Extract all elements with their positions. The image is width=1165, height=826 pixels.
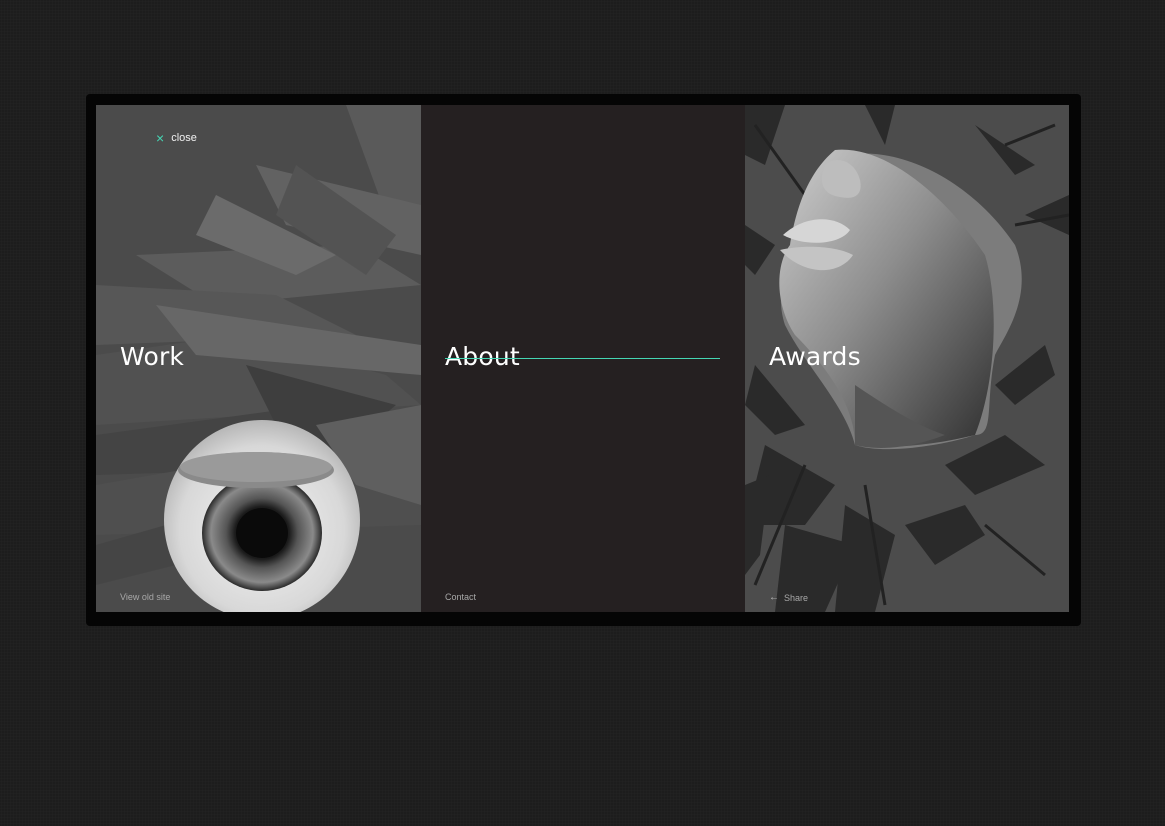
menu-screen: × close Work View old site About Contact (96, 105, 1069, 612)
menu-panel-about[interactable]: About Contact (421, 105, 745, 612)
contact-link[interactable]: Contact (445, 592, 476, 602)
device-frame: × close Work View old site About Contact (86, 94, 1081, 626)
contact-label: Contact (445, 592, 477, 602)
menu-title-awards[interactable]: Awards (769, 342, 861, 371)
active-strike-line (445, 358, 720, 359)
share-button[interactable]: ← Share (769, 592, 808, 603)
close-icon: × (156, 130, 165, 146)
view-old-site-label: View old site (120, 592, 171, 602)
menu-title-about[interactable]: About (445, 342, 520, 371)
arrow-left-icon: ← (769, 592, 779, 603)
menu-panel-awards[interactable]: Awards ← Share (745, 105, 1069, 612)
menu-title-work[interactable]: Work (120, 342, 184, 371)
share-label: Share (784, 592, 809, 603)
menu-panel-work[interactable]: × close Work View old site (96, 105, 421, 612)
view-old-site-link[interactable]: View old site (120, 592, 170, 602)
close-label: close (171, 132, 197, 144)
close-button[interactable]: × close (156, 131, 197, 145)
